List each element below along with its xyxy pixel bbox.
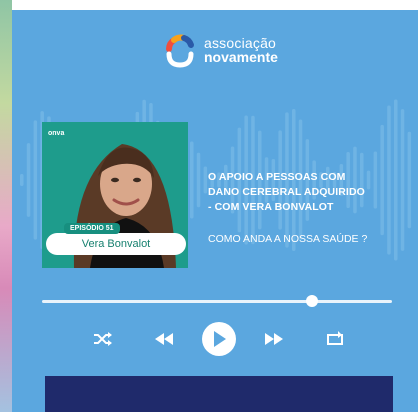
shuffle-icon <box>94 332 112 346</box>
shuffle-button[interactable] <box>90 326 116 352</box>
progress-knob[interactable] <box>305 295 318 307</box>
wave-bar <box>20 174 24 186</box>
episode-badge: EPISÓDIO 51 <box>64 223 120 234</box>
episode-title: O APOIO A PESSOAS COM DANO CEREBRAL ADQU… <box>208 170 408 215</box>
next-button[interactable] <box>262 327 286 351</box>
episode-title-line: - COM VERA BONVALOT <box>208 201 334 213</box>
progress-bar[interactable] <box>42 300 392 303</box>
repeat-button[interactable] <box>322 326 348 352</box>
podcast-card: associação novamente onva EPISÓDIO 51 Ve… <box>12 10 418 412</box>
logo-text-novamente: novamente <box>204 49 278 65</box>
series-name: COMO ANDA A NOSSA SAÚDE ? <box>208 233 368 245</box>
repeat-icon <box>327 331 343 345</box>
episode-title-line: O APOIO A PESSOAS COM <box>208 171 346 183</box>
bottom-banner <box>45 376 393 412</box>
cover-brand-label: onva <box>48 130 65 137</box>
episode-title-line: DANO CEREBRAL ADQUIRIDO <box>208 186 365 198</box>
play-button[interactable] <box>202 322 236 356</box>
wave-bar <box>407 131 412 229</box>
wave-bar <box>203 166 208 194</box>
wave-bar <box>196 152 201 208</box>
previous-button[interactable] <box>152 327 176 351</box>
adjacent-image-strip <box>0 0 12 412</box>
wave-bar <box>190 141 194 219</box>
previous-icon <box>155 333 173 345</box>
wave-bar <box>26 143 31 217</box>
wave-bar <box>33 120 38 240</box>
next-icon <box>265 333 283 345</box>
play-icon <box>214 331 226 347</box>
episode-cover: onva EPISÓDIO 51 Vera Bonvalot <box>42 122 188 268</box>
logo-mark-icon <box>166 34 194 68</box>
novamente-logo: associação novamente <box>162 32 282 72</box>
guest-name: Vera Bonvalot <box>46 233 186 255</box>
